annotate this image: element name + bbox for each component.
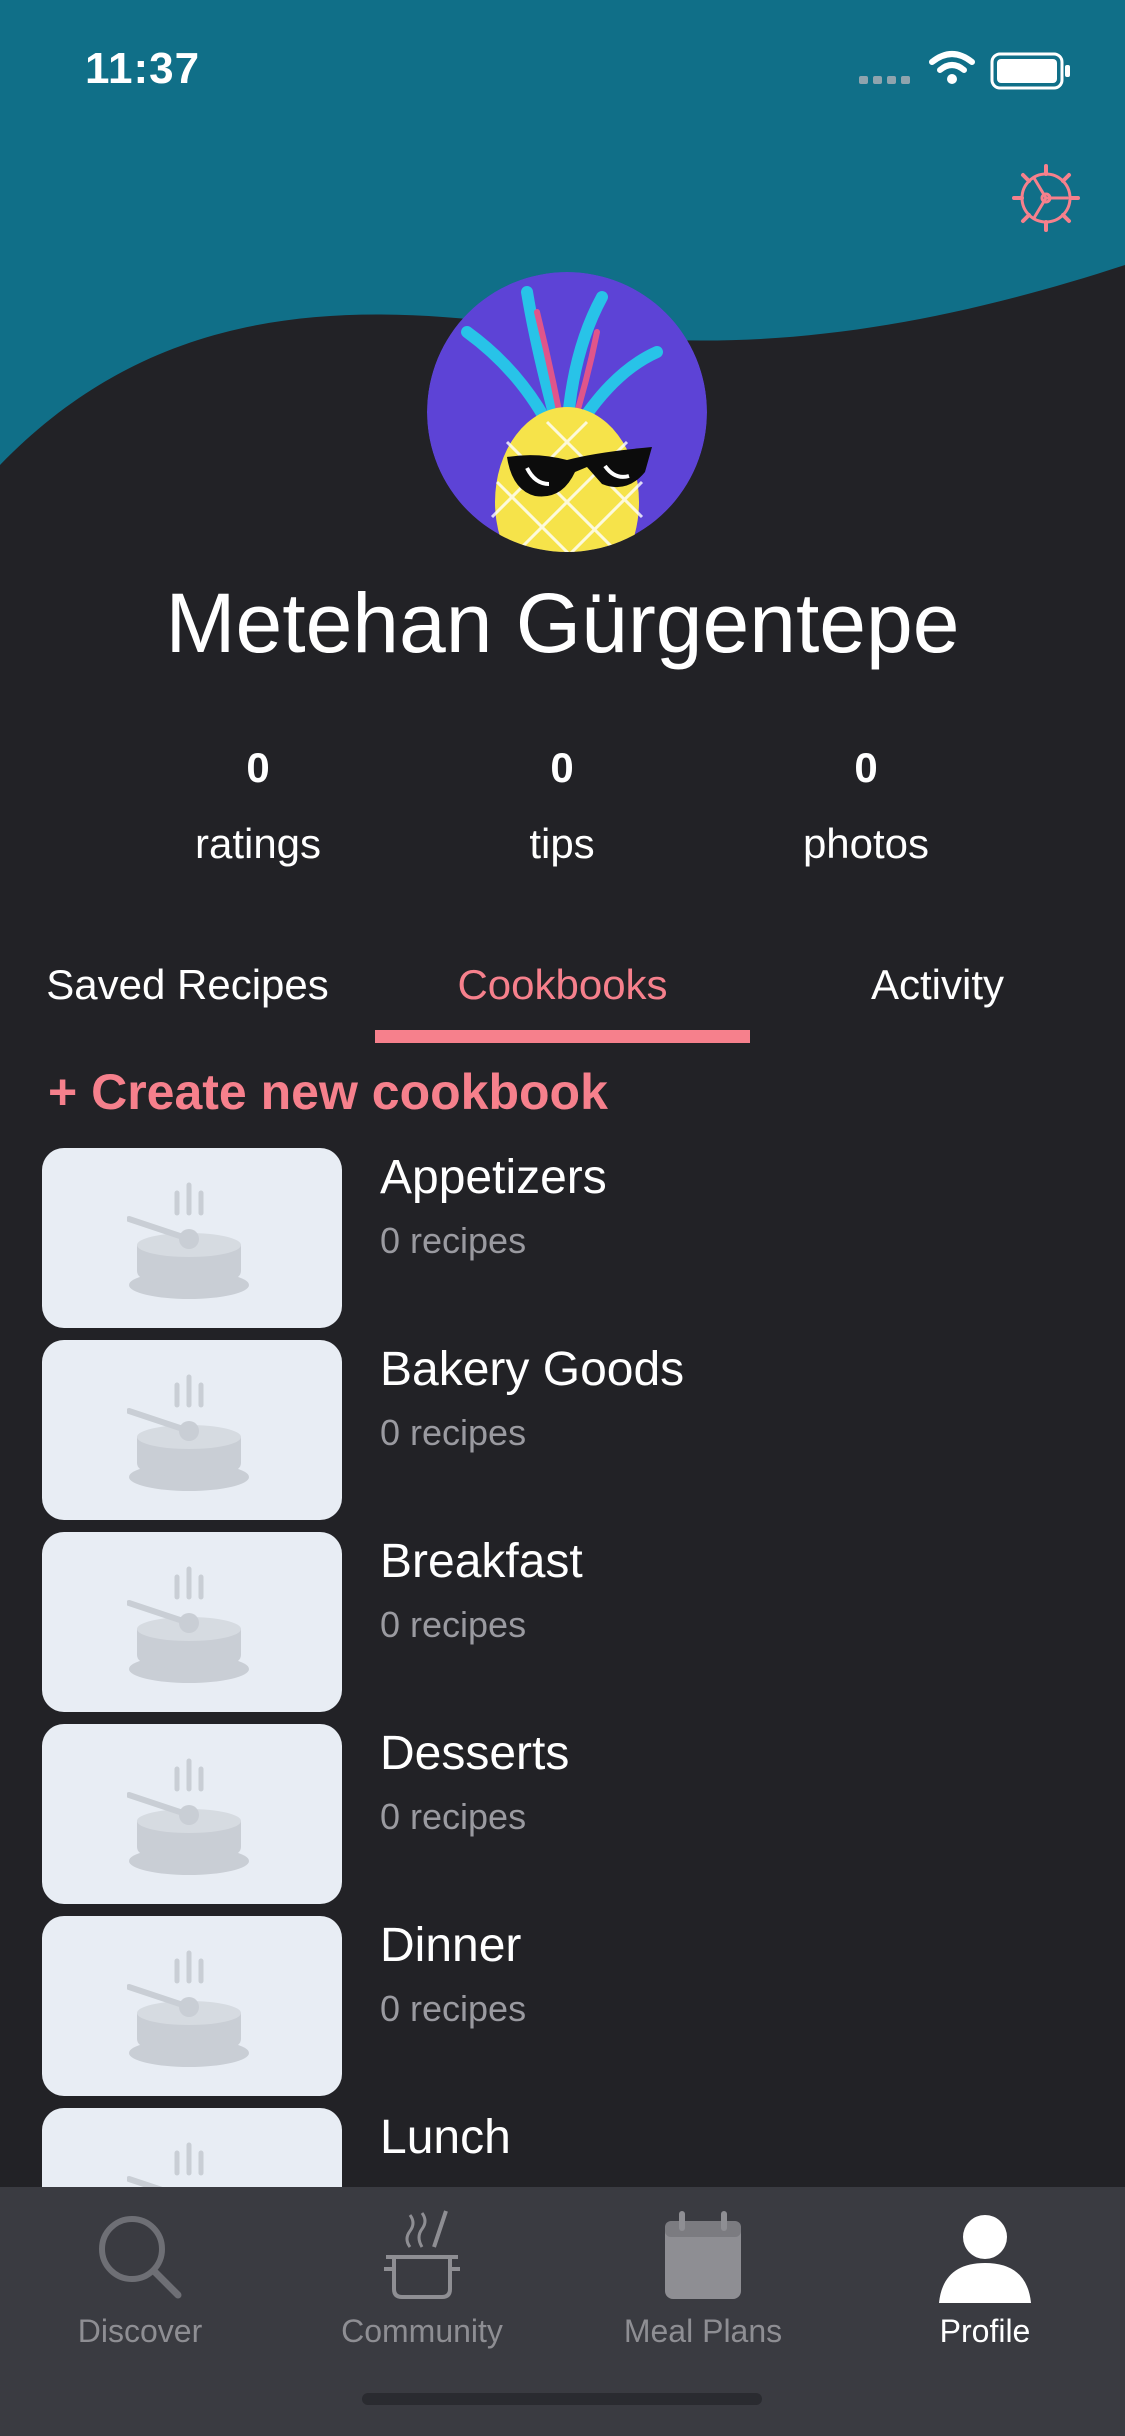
battery-icon xyxy=(990,52,1070,90)
tab-activity[interactable]: Activity xyxy=(750,955,1125,1015)
cookbook-thumbnail xyxy=(42,1532,342,1712)
stat-label: tips xyxy=(529,820,595,867)
cookbook-count: 0 recipes xyxy=(380,1796,527,1837)
status-icons xyxy=(859,51,1070,90)
tab-profile[interactable]: Profile xyxy=(845,2197,1125,2357)
cookbook-count: 0 recipes xyxy=(380,1604,527,1645)
search-icon xyxy=(99,2216,182,2299)
stat-value: 0 xyxy=(550,744,574,791)
profile-avatar[interactable] xyxy=(427,272,707,552)
stat-photos[interactable]: 0 photos xyxy=(736,740,996,872)
cooking-pot-icon xyxy=(127,1758,249,1875)
tab-label: Community xyxy=(341,2313,503,2349)
cookbook-title: Bakery Goods xyxy=(380,1343,685,1396)
wifi-icon xyxy=(929,51,975,73)
tab-label: Meal Plans xyxy=(623,2313,783,2349)
settings-gear-icon[interactable] xyxy=(1010,162,1082,234)
cookbook-item[interactable]: Dinner 0 recipes xyxy=(0,1916,1125,2096)
pineapple-avatar-icon xyxy=(427,272,707,552)
cooking-pot-icon xyxy=(127,1374,249,1491)
signal-icon xyxy=(859,76,910,84)
tab-community[interactable]: Community xyxy=(282,2197,562,2357)
tab-discover[interactable]: Discover xyxy=(0,2197,280,2357)
cookbook-title: Dinner xyxy=(380,1919,522,1972)
profile-tabs: Saved Recipes Cookbooks Activity xyxy=(0,955,1125,1045)
tab-label: Profile xyxy=(939,2313,1031,2349)
cookbook-count: 0 recipes xyxy=(380,1220,527,1261)
person-icon xyxy=(939,2215,1031,2303)
tab-label: Discover xyxy=(77,2313,203,2349)
cookbook-title: Breakfast xyxy=(380,1535,583,1588)
stat-label: photos xyxy=(802,820,930,867)
stat-value: 0 xyxy=(246,744,270,791)
status-time: 11:37 xyxy=(85,44,201,93)
cookbook-item[interactable]: Desserts 0 recipes xyxy=(0,1724,1125,1904)
cookbook-item[interactable]: Breakfast 0 recipes xyxy=(0,1532,1125,1712)
cookbook-thumbnail xyxy=(42,1340,342,1520)
cookbook-thumbnail xyxy=(42,1148,342,1328)
cookbook-count: 0 recipes xyxy=(380,1412,527,1453)
profile-name: Metehan Gürgentepe xyxy=(165,576,960,670)
tab-cookbooks[interactable]: Cookbooks xyxy=(375,955,750,1015)
tab-saved-recipes[interactable]: Saved Recipes xyxy=(0,955,375,1015)
tab-meal-plans[interactable]: Meal Plans xyxy=(563,2197,843,2357)
cookbook-item[interactable]: Bakery Goods 0 recipes xyxy=(0,1340,1125,1520)
stat-value: 0 xyxy=(854,744,878,791)
cookbook-count: 0 recipes xyxy=(380,1988,527,2029)
home-indicator xyxy=(362,2393,762,2405)
cookbook-title: Lunch xyxy=(380,2111,511,2164)
stat-label: ratings xyxy=(194,820,322,867)
active-tab-indicator xyxy=(375,1030,750,1043)
stat-tips[interactable]: 0 tips xyxy=(432,740,692,872)
calendar-icon xyxy=(665,2211,741,2299)
pot-icon xyxy=(384,2210,460,2299)
cookbook-title: Desserts xyxy=(380,1727,570,1780)
cooking-pot-icon xyxy=(127,1566,249,1683)
cookbook-item[interactable]: Appetizers 0 recipes xyxy=(0,1148,1125,1328)
cookbook-thumbnail xyxy=(42,1916,342,2096)
cookbook-thumbnail xyxy=(42,1724,342,1904)
cooking-pot-icon xyxy=(127,1182,249,1299)
create-cookbook-button[interactable]: + Create new cookbook xyxy=(48,1063,608,1121)
cooking-pot-icon xyxy=(127,1950,249,2067)
cookbook-title: Appetizers xyxy=(380,1151,607,1204)
stat-ratings[interactable]: 0 ratings xyxy=(128,740,388,872)
